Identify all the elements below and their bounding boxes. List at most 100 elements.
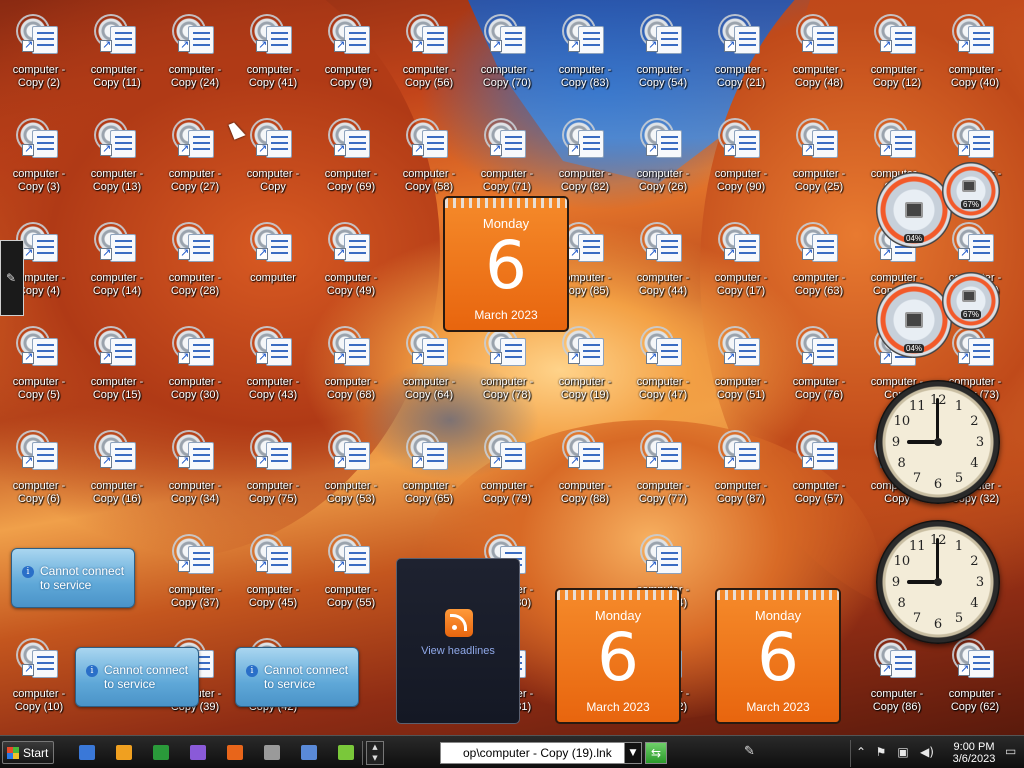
desktop-shortcut[interactable]: computer - Copy (58) — [390, 112, 468, 208]
desktop-shortcut[interactable]: computer - Copy (37) — [156, 528, 234, 624]
desktop-shortcut[interactable]: computer - Copy (11) — [78, 8, 156, 104]
sidebar-gadget[interactable]: ✎ — [0, 240, 24, 316]
desktop-shortcut[interactable]: computer - Copy (27) — [156, 112, 234, 208]
desktop-shortcut[interactable]: computer - Copy (63) — [780, 216, 858, 312]
desktop-shortcut[interactable]: computer - Copy (62) — [936, 632, 1014, 728]
desktop-shortcut[interactable]: computer - Copy (10) — [0, 632, 78, 728]
taskbar-clock[interactable]: 9:00 PM 3/6/2023 — [945, 741, 1003, 765]
action-center-flag-icon[interactable]: ⚑ — [873, 745, 889, 761]
quick-launch-button[interactable] — [335, 742, 357, 763]
desktop-shortcut[interactable]: computer - Copy (44) — [624, 216, 702, 312]
weather-gadget[interactable]: i Cannot connect to service — [235, 647, 359, 707]
weather-gadget[interactable]: i Cannot connect to service — [75, 647, 199, 707]
shortcut-arrow-icon — [22, 142, 34, 156]
desktop-shortcut[interactable]: computer - Copy (64) — [390, 320, 468, 416]
desktop-shortcut[interactable]: computer - Copy (53) — [312, 424, 390, 520]
desktop-shortcut[interactable]: computer - Copy (87) — [702, 424, 780, 520]
desktop-shortcut[interactable]: computer - Copy (48) — [780, 8, 858, 104]
quick-launch-button[interactable] — [76, 742, 98, 763]
desktop-shortcut[interactable]: computer - Copy (43) — [234, 320, 312, 416]
pen-input-icon[interactable]: ✎ — [744, 744, 762, 762]
desktop-shortcut[interactable]: computer - Copy (28) — [156, 216, 234, 312]
clock-gadget[interactable]: 121234567891011 — [876, 520, 1000, 644]
desktop-shortcut[interactable]: computer - Copy (26) — [624, 112, 702, 208]
calendar-gadget[interactable]: Monday 6 March 2023 — [715, 588, 841, 724]
desktop-shortcut[interactable]: computer - Copy (77) — [624, 424, 702, 520]
quick-launch-button[interactable] — [261, 742, 283, 763]
desktop-shortcut[interactable]: computer - Copy (2) — [0, 8, 78, 104]
desktop-shortcut[interactable]: computer - Copy (34) — [156, 424, 234, 520]
go-button[interactable]: ⇆ — [645, 742, 667, 764]
desktop-shortcut[interactable]: computer - Copy (65) — [390, 424, 468, 520]
desktop-shortcut[interactable]: computer - Copy (16) — [78, 424, 156, 520]
address-dropdown-button[interactable]: ▼ — [624, 742, 642, 764]
desktop-shortcut-label: computer - Copy (5) — [12, 376, 66, 401]
desktop-shortcut[interactable]: computer - Copy (3) — [0, 112, 78, 208]
desktop-shortcut[interactable]: computer - Copy (5) — [0, 320, 78, 416]
calendar-gadget[interactable]: Monday 6 March 2023 — [555, 588, 681, 724]
view-headlines-link[interactable]: View headlines — [397, 645, 519, 657]
desktop-shortcut[interactable]: computer - Copy (47) — [624, 320, 702, 416]
desktop-shortcut[interactable]: computer - Copy (19) — [546, 320, 624, 416]
weather-gadget[interactable]: i Cannot connect to service — [11, 548, 135, 608]
desktop-shortcut[interactable]: computer - Copy (12) — [858, 8, 936, 104]
desktop-shortcut[interactable]: computer - Copy (68) — [312, 320, 390, 416]
desktop-shortcut[interactable]: computer - Copy (6) — [0, 424, 78, 520]
quick-launch-button[interactable] — [113, 742, 135, 763]
clock-numeral: 2 — [970, 554, 979, 569]
show-hidden-icons-button[interactable]: ⌃ — [853, 745, 869, 761]
quick-launch-scroll[interactable]: ▲ ▼ — [366, 741, 384, 765]
shortcut-arrow-icon — [490, 142, 502, 156]
desktop-shortcut[interactable]: computer - Copy (88) — [546, 424, 624, 520]
desktop-shortcut[interactable]: computer - Copy (49) — [312, 216, 390, 312]
desktop-shortcut[interactable]: computer — [234, 216, 312, 312]
desktop-shortcut[interactable]: computer - Copy (90) — [702, 112, 780, 208]
desktop-shortcut[interactable]: computer - Copy (83) — [546, 8, 624, 104]
quick-launch-button[interactable] — [224, 742, 246, 763]
desktop-shortcut[interactable]: computer - Copy (79) — [468, 424, 546, 520]
desktop-shortcut[interactable]: computer - Copy (24) — [156, 8, 234, 104]
cpu-meter-gadget[interactable]: 04% 67% — [876, 162, 1000, 248]
desktop-shortcut[interactable]: computer - Copy (76) — [780, 320, 858, 416]
desktop-shortcut[interactable]: computer - Copy (40) — [936, 8, 1014, 104]
cpu-meter-gadget[interactable]: 04% 67% — [876, 272, 1000, 358]
desktop-shortcut[interactable]: computer - Copy — [234, 112, 312, 208]
desktop-shortcut[interactable]: computer - Copy (78) — [468, 320, 546, 416]
document-icon — [32, 338, 58, 366]
desktop-shortcut[interactable]: computer - Copy (14) — [78, 216, 156, 312]
desktop-shortcut[interactable]: computer - Copy (86) — [858, 632, 936, 728]
desktop-shortcut[interactable]: computer - Copy (30) — [156, 320, 234, 416]
desktop-shortcut[interactable]: computer - Copy (45) — [234, 528, 312, 624]
network-icon[interactable]: ▣ — [895, 745, 911, 761]
calendar-gadget[interactable]: Monday 6 March 2023 — [443, 196, 569, 332]
start-button[interactable]: Start — [2, 741, 54, 764]
desktop-shortcut[interactable]: computer - Copy (82) — [546, 112, 624, 208]
quick-launch-button[interactable] — [187, 742, 209, 763]
document-icon — [344, 234, 370, 262]
desktop-shortcut[interactable]: computer - Copy (71) — [468, 112, 546, 208]
quick-launch-button[interactable] — [150, 742, 172, 763]
desktop[interactable]: computer - Copy (2) computer - Copy (3) co… — [0, 0, 1024, 735]
desktop-shortcut[interactable]: computer - Copy (41) — [234, 8, 312, 104]
desktop-shortcut[interactable]: computer - Copy (69) — [312, 112, 390, 208]
desktop-shortcut[interactable]: computer - Copy (21) — [702, 8, 780, 104]
desktop-shortcut[interactable]: computer - Copy (75) — [234, 424, 312, 520]
desktop-shortcut[interactable]: computer - Copy (17) — [702, 216, 780, 312]
desktop-shortcut[interactable]: computer - Copy (70) — [468, 8, 546, 104]
desktop-shortcut[interactable]: computer - Copy (56) — [390, 8, 468, 104]
desktop-shortcut[interactable]: computer - Copy (57) — [780, 424, 858, 520]
document-icon — [344, 26, 370, 54]
address-bar-input[interactable]: op\computer - Copy (19).lnk — [440, 742, 634, 764]
quick-launch-button[interactable] — [298, 742, 320, 763]
desktop-shortcut[interactable]: computer - Copy (55) — [312, 528, 390, 624]
clock-gadget[interactable]: 121234567891011 — [876, 380, 1000, 504]
desktop-shortcut[interactable]: computer - Copy (54) — [624, 8, 702, 104]
volume-icon[interactable]: ◀) — [919, 745, 935, 761]
desktop-shortcut[interactable]: computer - Copy (51) — [702, 320, 780, 416]
show-desktop-icon[interactable]: ▭ — [1005, 744, 1021, 762]
desktop-shortcut[interactable]: computer - Copy (13) — [78, 112, 156, 208]
desktop-shortcut[interactable]: computer - Copy (25) — [780, 112, 858, 208]
desktop-shortcut[interactable]: computer - Copy (15) — [78, 320, 156, 416]
desktop-shortcut[interactable]: computer - Copy (9) — [312, 8, 390, 104]
feed-headlines-gadget[interactable]: View headlines — [396, 558, 520, 724]
